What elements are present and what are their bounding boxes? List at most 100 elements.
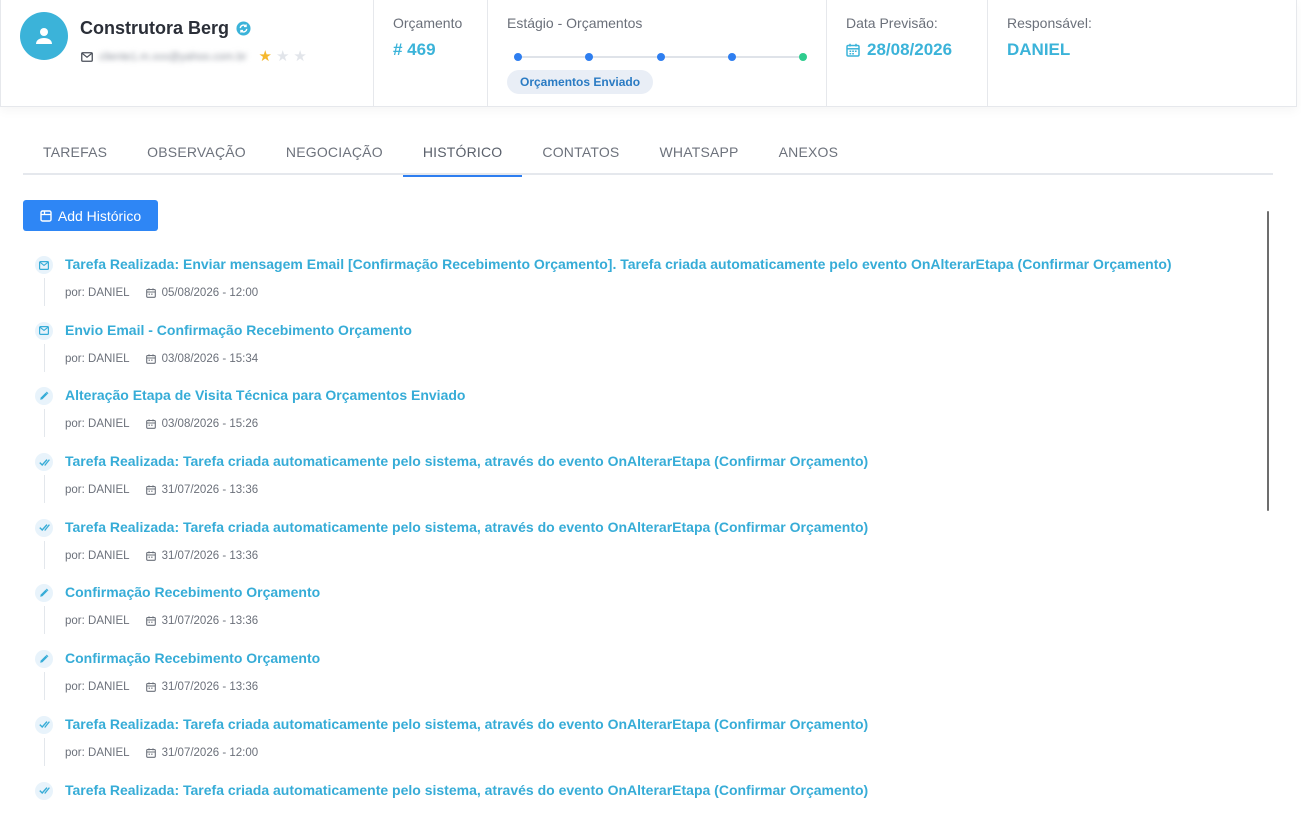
responsavel-value[interactable]: DANIEL <box>1007 40 1070 60</box>
history-item: Confirmação Recebimento Orçamento por: DA… <box>30 644 1260 710</box>
date-cell: Data Previsão: 28/08/2026 <box>827 0 988 106</box>
star-empty-icon[interactable]: ★ <box>276 49 289 64</box>
history-date: 31/07/2026 - 13:36 <box>145 681 259 694</box>
tab-observacao[interactable]: OBSERVAÇÃO <box>127 132 266 175</box>
tab-anexos[interactable]: ANEXOS <box>759 132 859 175</box>
date-value[interactable]: 28/08/2026 <box>846 40 952 60</box>
history-author: por: DANIEL <box>65 549 130 562</box>
tab-tarefas[interactable]: TAREFAS <box>23 132 127 175</box>
date-value-text: 28/08/2026 <box>867 40 953 59</box>
history-title[interactable]: Tarefa Realizada: Tarefa criada automati… <box>65 453 868 469</box>
history-author: por: DANIEL <box>65 418 130 431</box>
responsavel-cell: Responsável: DANIEL <box>988 0 1296 106</box>
email-row: cliente1.m.xxx@yahoo.com.br ★ ★ ★ <box>81 49 307 64</box>
history-author: por: DANIEL <box>65 681 130 694</box>
calendar-icon <box>145 288 156 298</box>
stage-step-dot-final[interactable] <box>799 53 807 61</box>
history-title[interactable]: Tarefa Realizada: Tarefa criada automati… <box>65 519 868 535</box>
client-email[interactable]: cliente1.m.xxx@yahoo.com.br <box>99 51 247 63</box>
history-date: 31/07/2026 - 13:36 <box>145 484 259 497</box>
timeline-connector <box>44 606 45 635</box>
double-check-icon <box>35 453 53 472</box>
history-date: 31/07/2026 - 13:36 <box>145 615 258 627</box>
deal-header: Construtora Berg cliente1.m.xxx@yahoo.co… <box>0 0 1297 107</box>
pencil-icon <box>35 387 53 406</box>
history-meta: por: DANIEL 31/07/2026 - 12:00 <box>65 747 258 759</box>
history-author: por: DANIEL <box>65 287 130 299</box>
history-author: por: DANIEL <box>65 615 130 628</box>
timeline-connector <box>44 343 45 372</box>
stage-cell: Estágio - Orçamentos Orçamentos Enviado <box>488 0 827 106</box>
calendar-icon <box>145 485 156 495</box>
note-add-icon <box>40 209 52 222</box>
history-item: Confirmação Recebimento Orçamento por: DA… <box>30 578 1260 644</box>
calendar-icon <box>145 616 156 627</box>
client-name-text: Construtora Berg <box>80 18 230 38</box>
history-title[interactable]: Confirmação Recebimento Orçamento <box>65 650 320 666</box>
timeline-connector <box>44 540 45 569</box>
history-date: 31/07/2026 - 13:36 <box>145 549 259 562</box>
email-icon <box>35 321 53 340</box>
history-date-text: 05/08/2026 - 12:00 <box>161 287 259 299</box>
timeline-connector <box>44 409 45 438</box>
tab-bar: TAREFAS OBSERVAÇÃO NEGOCIAÇÃO HISTÓRICO … <box>23 132 1273 177</box>
stage-stepper[interactable] <box>514 52 807 62</box>
history-timeline: Tarefa Realizada: Enviar mensagem Email … <box>30 250 1260 830</box>
double-check-icon <box>35 781 53 800</box>
orcamento-label: Orçamento <box>393 15 463 31</box>
calendar-icon <box>145 748 156 758</box>
stage-label: Estágio - Orçamentos <box>507 15 643 31</box>
history-meta: por: DANIEL 31/07/2026 - 13:36 <box>65 615 258 627</box>
history-title[interactable]: Tarefa Realizada: Tarefa criada automati… <box>65 782 868 798</box>
double-check-icon <box>35 518 53 537</box>
history-item: Envio Email - Confirmação Recebimento Or… <box>30 316 1260 382</box>
calendar-icon <box>145 551 156 561</box>
history-title[interactable]: Confirmação Recebimento Orçamento <box>65 584 320 600</box>
history-item: Tarefa Realizada: Tarefa criada automati… <box>30 447 1260 513</box>
history-date-text: 31/07/2026 - 13:36 <box>161 681 259 694</box>
calendar-icon <box>145 354 156 364</box>
history-item: Tarefa Realizada: Tarefa criada automati… <box>30 776 1260 830</box>
history-date-text: 31/07/2026 - 13:36 <box>161 484 259 497</box>
stage-step-dot[interactable] <box>514 53 522 61</box>
user-icon <box>36 28 52 44</box>
history-item: Tarefa Realizada: Tarefa criada automati… <box>30 710 1260 776</box>
history-title[interactable]: Tarefa Realizada: Tarefa criada automati… <box>65 716 868 732</box>
pencil-icon <box>35 584 53 603</box>
avatar[interactable] <box>20 12 68 60</box>
stage-step-dot[interactable] <box>728 53 736 61</box>
email-icon <box>35 256 53 274</box>
tab-negociacao[interactable]: NEGOCIAÇÃO <box>266 132 403 175</box>
add-historico-button[interactable]: Add Histórico <box>23 200 158 231</box>
tab-contatos[interactable]: CONTATOS <box>522 132 639 175</box>
date-label: Data Previsão: <box>846 15 938 31</box>
history-item: Tarefa Realizada: Tarefa criada automati… <box>30 513 1260 579</box>
stage-step-dot[interactable] <box>585 53 593 61</box>
rating-stars[interactable]: ★ ★ ★ <box>259 49 307 64</box>
history-item: Alteração Etapa de Visita Técnica para O… <box>30 381 1260 447</box>
stage-badge: Orçamentos Enviado <box>507 70 654 94</box>
orcamento-cell: Orçamento # 469 <box>374 0 488 106</box>
timeline-connector <box>44 672 45 701</box>
calendar-icon <box>846 43 860 57</box>
history-title[interactable]: Envio Email - Confirmação Recebimento Or… <box>65 322 412 338</box>
history-item: Tarefa Realizada: Enviar mensagem Email … <box>30 250 1260 316</box>
star-filled-icon[interactable]: ★ <box>259 49 272 64</box>
history-date-text: 31/07/2026 - 13:36 <box>161 549 259 562</box>
star-empty-icon[interactable]: ★ <box>293 49 306 64</box>
tab-historico[interactable]: HISTÓRICO <box>402 132 523 177</box>
history-author: por: DANIEL <box>65 352 130 365</box>
history-author: por: DANIEL <box>65 746 130 759</box>
stage-step-dot[interactable] <box>657 53 665 61</box>
history-title[interactable]: Alteração Etapa de Visita Técnica para O… <box>65 387 465 403</box>
client-name: Construtora Berg <box>80 18 251 39</box>
history-date: 03/08/2026 - 15:34 <box>145 352 259 365</box>
history-title[interactable]: Tarefa Realizada: Enviar mensagem Email … <box>65 256 1172 272</box>
calendar-icon <box>145 682 156 692</box>
history-date-text: 03/08/2026 - 15:26 <box>161 418 259 431</box>
sync-icon[interactable] <box>236 21 251 36</box>
history-date-text: 03/08/2026 - 15:34 <box>161 352 259 365</box>
pencil-icon <box>35 650 53 669</box>
scrollbar[interactable] <box>1267 211 1269 511</box>
tab-whatsapp[interactable]: WHATSAPP <box>639 132 758 175</box>
